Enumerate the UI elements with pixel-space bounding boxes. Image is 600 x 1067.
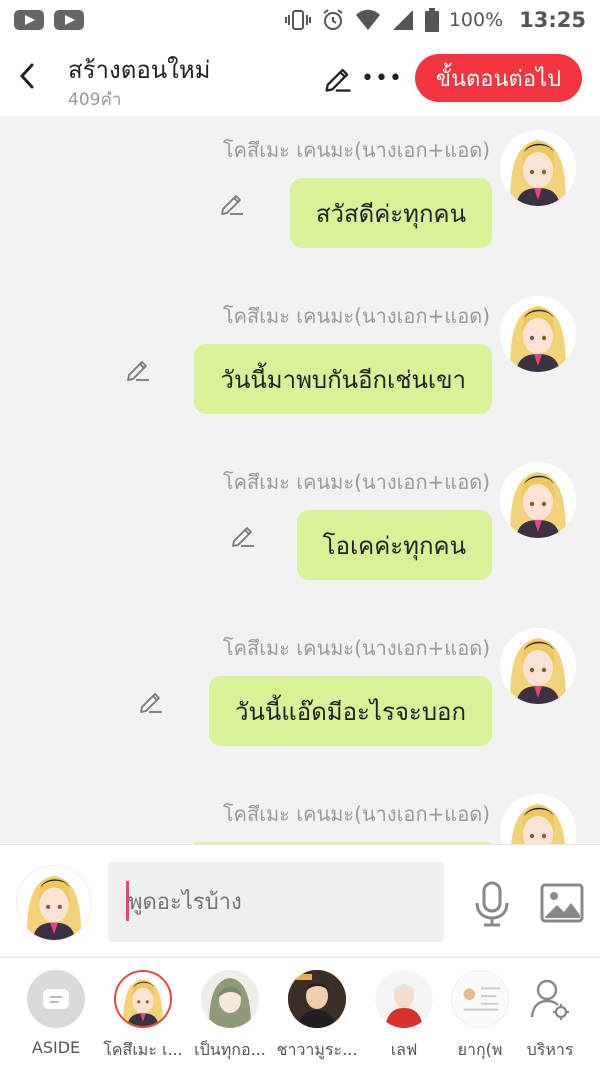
chevron-left-icon: [19, 63, 34, 89]
character-label: บริหาร: [526, 1040, 574, 1059]
battery-icon: [424, 8, 439, 32]
character-label: โคสึเมะ เ...: [103, 1040, 183, 1059]
signal-icon: [392, 10, 413, 30]
character-bar: ASIDE โคสึเมะ เ... เป็นทุกอ... ชาวามูระ.…: [0, 957, 600, 1067]
sender-avatar[interactable]: [500, 130, 576, 206]
message-bubble[interactable]: สวัสดีค่ะทุกคน: [289, 178, 492, 248]
edit-message-icon[interactable]: [137, 687, 165, 715]
chat-message: โคสึเมะ เคนมะ(นางเอก+แอด): [0, 780, 600, 844]
text-caret: [126, 881, 129, 921]
character-label: ASIDE: [31, 1038, 81, 1057]
chat-message: โคสึเมะ เคนมะ(นางเอก+แอด) วันนี้แอ๊ดมีอะ…: [0, 614, 600, 780]
message-input[interactable]: [108, 862, 444, 942]
sender-avatar[interactable]: [500, 794, 576, 844]
clock: 13:25: [519, 8, 586, 32]
character-kozume[interactable]: โคสึเมะ เ...: [97, 970, 189, 1063]
status-right: 100% 13:25: [284, 8, 586, 32]
character-avatar: [201, 970, 259, 1028]
sender-name: โคสึเมะ เคนมะ(นางเอก+แอด): [222, 138, 490, 162]
character-avatar: [114, 970, 172, 1028]
sender-avatar[interactable]: [500, 628, 576, 704]
edit-message-icon[interactable]: [124, 355, 152, 383]
character-3[interactable]: ชาวามูระ...: [271, 970, 363, 1063]
word-count: 409คำ: [68, 90, 122, 110]
character-avatar: [451, 970, 509, 1028]
more-options-button[interactable]: •••: [361, 62, 402, 94]
edit-title-button[interactable]: [322, 62, 354, 94]
page-title: สร้างตอนใหม่: [68, 56, 211, 84]
chat-area[interactable]: โคสึเมะ เคนมะ(นางเอก+แอด) สวัสดีค่ะทุกคน…: [0, 116, 600, 844]
aside-icon: [27, 970, 85, 1028]
sender-avatar[interactable]: [500, 296, 576, 372]
character-label: ชาวามูระ...: [276, 1040, 358, 1059]
microphone-icon[interactable]: [472, 881, 512, 927]
sender-name: โคสึเมะ เคนมะ(นางเอก+แอด): [222, 636, 490, 660]
character-label: เป็นทุกอ...: [194, 1040, 266, 1059]
back-button[interactable]: [12, 58, 42, 94]
youtube-notification-icon: [14, 10, 44, 30]
manage-user-icon: [521, 970, 579, 1028]
sender-name: โคสึเมะ เคนมะ(นางเอก+แอด): [222, 802, 490, 826]
chat-message: โคสึเมะ เคนมะ(นางเอก+แอด) โอเคค่ะทุกคน: [0, 448, 600, 614]
sender-name: โคสึเมะ เคนมะ(นางเอก+แอด): [222, 470, 490, 494]
vibrate-icon: [284, 10, 311, 30]
wifi-icon: [355, 9, 380, 30]
current-speaker-avatar[interactable]: [16, 865, 92, 941]
character-2[interactable]: เป็นทุกอ...: [184, 970, 276, 1063]
character-avatar: [375, 970, 433, 1028]
message-bubble[interactable]: โอเคค่ะทุกคน: [296, 510, 492, 580]
manage-characters-button[interactable]: บริหาร: [504, 970, 596, 1063]
character-aside[interactable]: ASIDE: [10, 970, 102, 1057]
edit-message-icon[interactable]: [218, 189, 246, 217]
status-bar: 100% 13:25: [0, 0, 600, 40]
sender-name: โคสึเมะ เคนมะ(นางเอก+แอด): [222, 304, 490, 328]
image-icon[interactable]: [540, 883, 584, 923]
pencil-icon: [325, 68, 351, 92]
sender-avatar[interactable]: [500, 462, 576, 538]
chat-message: โคสึเมะ เคนมะ(นางเอก+แอด) วันนี้มาพบกันอ…: [0, 282, 600, 448]
input-bar: [0, 844, 600, 956]
message-bubble[interactable]: วันนี้แอ๊ดมีอะไรจะบอก: [209, 676, 492, 746]
message-bubble[interactable]: วันนี้มาพบกันอีกเช่นเขา: [194, 344, 492, 414]
youtube-notification-icon-2: [54, 10, 84, 30]
header: สร้างตอนใหม่ 409คำ ••• ขั้นตอนต่อไป: [0, 40, 600, 116]
edit-message-icon[interactable]: [229, 521, 257, 549]
character-avatar: [288, 970, 346, 1028]
next-step-button[interactable]: ขั้นตอนต่อไป: [415, 54, 582, 102]
battery-percent: 100%: [448, 9, 504, 31]
chat-message: โคสึเมะ เคนมะ(นางเอก+แอด) สวัสดีค่ะทุกคน: [0, 116, 600, 282]
alarm-icon: [323, 9, 343, 30]
